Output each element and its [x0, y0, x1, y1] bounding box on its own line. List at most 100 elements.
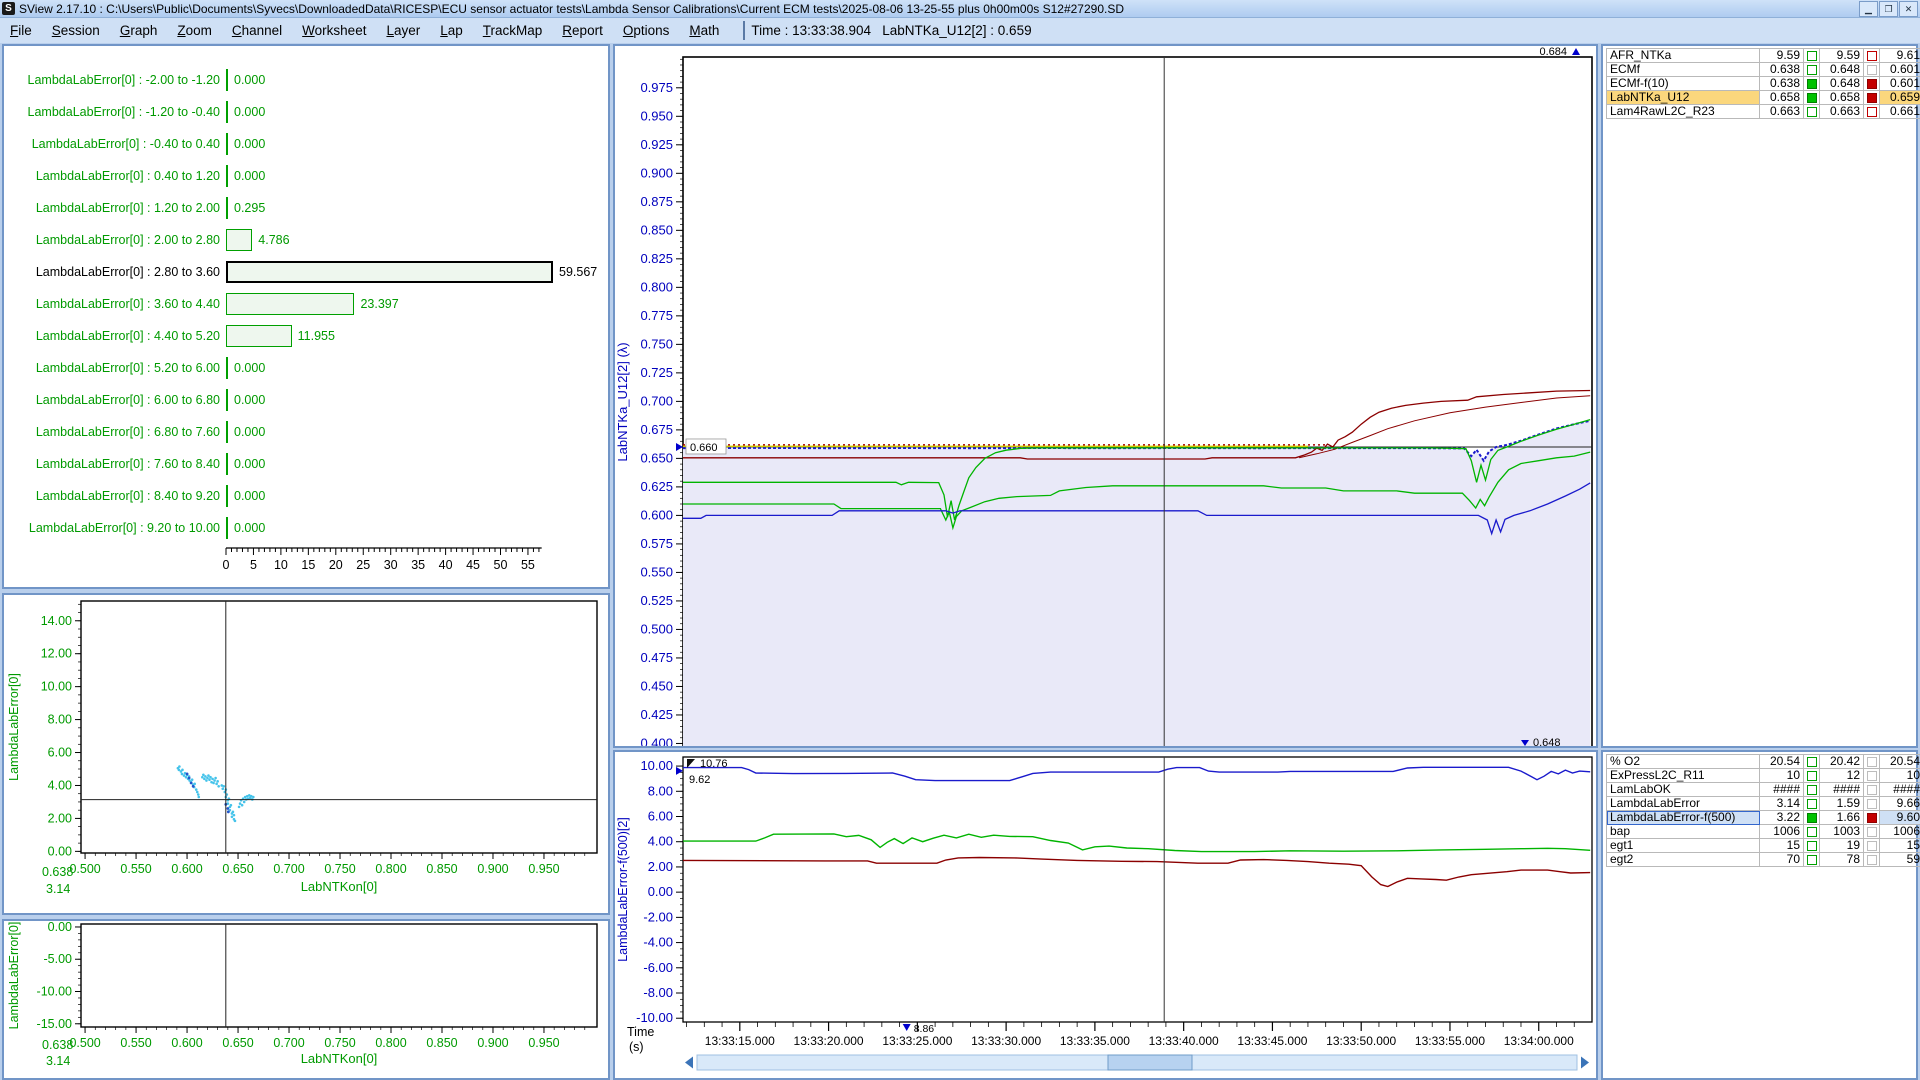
- maximize-button[interactable]: ❐: [1879, 1, 1898, 17]
- channel-value: 20.54: [1880, 755, 1920, 769]
- channel-name[interactable]: AFR_NTKa: [1607, 49, 1760, 63]
- peak-value-label: 10.76: [700, 758, 728, 770]
- channel-value: 20.54: [1760, 755, 1804, 769]
- time-tick-label: 13:33:35.000: [1060, 1034, 1130, 1048]
- bottom-chart-plot-area[interactable]: [683, 757, 1592, 1022]
- histogram-row[interactable]: LambdaLabError[0] : 1.20 to 2.000.295: [4, 196, 608, 220]
- scatter-plot-1-panel[interactable]: 0.002.004.006.008.0010.0012.0014.000.500…: [2, 593, 610, 915]
- menu-item-math[interactable]: Math: [679, 21, 729, 40]
- channel-name[interactable]: LambdaLabError: [1607, 797, 1760, 811]
- histogram-row[interactable]: LambdaLabError[0] : 6.80 to 7.600.000: [4, 420, 608, 444]
- channel-row-lambdalaberror-f-500-[interactable]: LambdaLabError-f(500)3.221.669.60: [1607, 811, 1920, 825]
- menu-item-file[interactable]: File: [0, 21, 42, 40]
- svg-text:55: 55: [521, 558, 535, 572]
- histogram-row[interactable]: LambdaLabError[0] : 6.00 to 6.800.000: [4, 388, 608, 412]
- channel-value: 9.60: [1880, 811, 1920, 825]
- menu-item-trackmap[interactable]: TrackMap: [473, 21, 553, 40]
- channel-value: 1.59: [1820, 797, 1864, 811]
- svg-text:15: 15: [301, 558, 315, 572]
- channel-name[interactable]: ECMf: [1607, 63, 1760, 77]
- channel-row-labntka-u12[interactable]: LabNTKa_U120.6580.6580.659: [1607, 91, 1920, 105]
- svg-text:0.950: 0.950: [528, 862, 559, 876]
- minimize-button[interactable]: ▁: [1859, 1, 1878, 17]
- channel-values-bottom-panel: % O220.5420.4220.54ExPressL2C_R11101210L…: [1601, 750, 1918, 1080]
- scatter-plot-area[interactable]: [81, 924, 597, 1027]
- channel-value: 1006: [1880, 825, 1920, 839]
- histogram-bin-value: 23.397: [360, 297, 398, 311]
- channel-name[interactable]: egt2: [1607, 853, 1760, 867]
- histogram-bin-label: LambdaLabError[0] : 8.40 to 9.20: [8, 489, 220, 503]
- time-axis-title: Time: [627, 1025, 654, 1039]
- histogram-row[interactable]: LambdaLabError[0] : 0.40 to 1.200.000: [4, 164, 608, 188]
- scrollbar-left-arrow-icon[interactable]: [685, 1057, 693, 1069]
- histogram-row[interactable]: LambdaLabError[0] : 3.60 to 4.4023.397: [4, 292, 608, 316]
- menu-item-zoom[interactable]: Zoom: [167, 21, 222, 40]
- svg-text:0.00: 0.00: [648, 884, 673, 899]
- menu-item-graph[interactable]: Graph: [110, 21, 168, 40]
- histogram-row[interactable]: LambdaLabError[0] : 4.40 to 5.2011.955: [4, 324, 608, 348]
- channel-value: 10: [1880, 769, 1920, 783]
- channel-name[interactable]: % O2: [1607, 755, 1760, 769]
- menu-item-layer[interactable]: Layer: [376, 21, 430, 40]
- histogram-bar: [226, 293, 354, 315]
- channel-row-lam4rawl2c-r23[interactable]: Lam4RawL2C_R230.6630.6630.661: [1607, 105, 1920, 119]
- histogram-row[interactable]: LambdaLabError[0] : -2.00 to -1.200.000: [4, 68, 608, 92]
- channel-color-indicator-icon: [1867, 827, 1877, 837]
- channel-name[interactable]: LambdaLabError-f(500): [1607, 811, 1760, 825]
- histogram-bin-value: 0.000: [234, 489, 265, 503]
- channel-row-expressl2c-r11[interactable]: ExPressL2C_R11101210: [1607, 769, 1920, 783]
- channel-name[interactable]: ExPressL2C_R11: [1607, 769, 1760, 783]
- channel-values-table: AFR_NTKa9.599.599.61ECMf0.6380.6480.601E…: [1606, 48, 1920, 119]
- bottom-time-chart-panel[interactable]: 10.008.006.004.002.000.00-2.00-4.00-6.00…: [613, 750, 1598, 1080]
- channel-row--o2[interactable]: % O220.5420.4220.54: [1607, 755, 1920, 769]
- channel-name[interactable]: LabNTKa_U12: [1607, 91, 1760, 105]
- main-time-chart-panel[interactable]: 0.9750.9500.9250.9000.8750.8500.8250.800…: [613, 44, 1598, 748]
- channel-row-lamlabok[interactable]: LamLabOK############: [1607, 783, 1920, 797]
- channel-name[interactable]: LamLabOK: [1607, 783, 1760, 797]
- svg-text:0.800: 0.800: [375, 1036, 406, 1050]
- histogram-row[interactable]: LambdaLabError[0] : 2.80 to 3.6059.567: [4, 260, 608, 284]
- channel-indicator-cell: [1804, 853, 1820, 867]
- histogram-row[interactable]: LambdaLabError[0] : 7.60 to 8.400.000: [4, 452, 608, 476]
- histogram-row[interactable]: LambdaLabError[0] : 8.40 to 9.20 0.000: [4, 484, 608, 508]
- histogram-bar: [226, 421, 228, 443]
- histogram-row[interactable]: LambdaLabError[0] : 9.20 to 10.000.000: [4, 516, 608, 540]
- menu-item-channel[interactable]: Channel: [222, 21, 292, 40]
- histogram-row[interactable]: LambdaLabError[0] : 2.00 to 2.804.786: [4, 228, 608, 252]
- scatter-plot-2-panel[interactable]: 0.00-5.00-10.00-15.000.5000.5500.6000.65…: [2, 919, 610, 1080]
- menu-item-report[interactable]: Report: [552, 21, 613, 40]
- channel-value: 1.66: [1820, 811, 1864, 825]
- time-tick-label: 13:33:25.000: [882, 1034, 952, 1048]
- channel-row-ecmf[interactable]: ECMf0.6380.6480.601: [1607, 63, 1920, 77]
- channel-indicator-cell: [1864, 755, 1880, 769]
- close-button[interactable]: ✕: [1899, 1, 1918, 17]
- window-titlebar: S SView 2.17.10 : C:\Users\Public\Docume…: [0, 0, 1920, 18]
- channel-row-ecmf-f-10-[interactable]: ECMf-f(10)0.6380.6480.601: [1607, 77, 1920, 91]
- time-scrollbar-thumb[interactable]: [1108, 1055, 1192, 1070]
- histogram-row[interactable]: LambdaLabError[0] : -1.20 to -0.400.000: [4, 100, 608, 124]
- menu-item-worksheet[interactable]: Worksheet: [292, 21, 376, 40]
- channel-row-bap[interactable]: bap100610031006: [1607, 825, 1920, 839]
- histogram-row[interactable]: LambdaLabError[0] : -0.40 to 0.400.000: [4, 132, 608, 156]
- scatter-plot: 0.00-5.00-10.00-15.000.5000.5500.6000.65…: [4, 921, 608, 1078]
- menu-item-lap[interactable]: Lap: [430, 21, 473, 40]
- menu-item-options[interactable]: Options: [613, 21, 680, 40]
- channel-value: 0.648: [1820, 77, 1864, 91]
- scatter-plot-area[interactable]: [81, 601, 597, 853]
- channel-row-egt1[interactable]: egt1151915: [1607, 839, 1920, 853]
- channel-name[interactable]: Lam4RawL2C_R23: [1607, 105, 1760, 119]
- channel-name[interactable]: bap: [1607, 825, 1760, 839]
- channel-value: 1006: [1760, 825, 1804, 839]
- histogram-row[interactable]: LambdaLabError[0] : 5.20 to 6.000.000: [4, 356, 608, 380]
- channel-name[interactable]: egt1: [1607, 839, 1760, 853]
- histogram-bin-label: LambdaLabError[0] : 4.40 to 5.20: [8, 329, 220, 343]
- svg-text:0.700: 0.700: [273, 1036, 304, 1050]
- channel-row-lambdalaberror[interactable]: LambdaLabError3.141.599.66: [1607, 797, 1920, 811]
- histogram-bin-value: 0.295: [234, 201, 265, 215]
- channel-row-egt2[interactable]: egt2707859: [1607, 853, 1920, 867]
- channel-row-afr-ntka[interactable]: AFR_NTKa9.599.599.61: [1607, 49, 1920, 63]
- menu-item-session[interactable]: Session: [42, 21, 110, 40]
- channel-name[interactable]: ECMf-f(10): [1607, 77, 1760, 91]
- channel-color-indicator-icon: [1867, 107, 1877, 117]
- scrollbar-right-arrow-icon[interactable]: [1581, 1057, 1589, 1069]
